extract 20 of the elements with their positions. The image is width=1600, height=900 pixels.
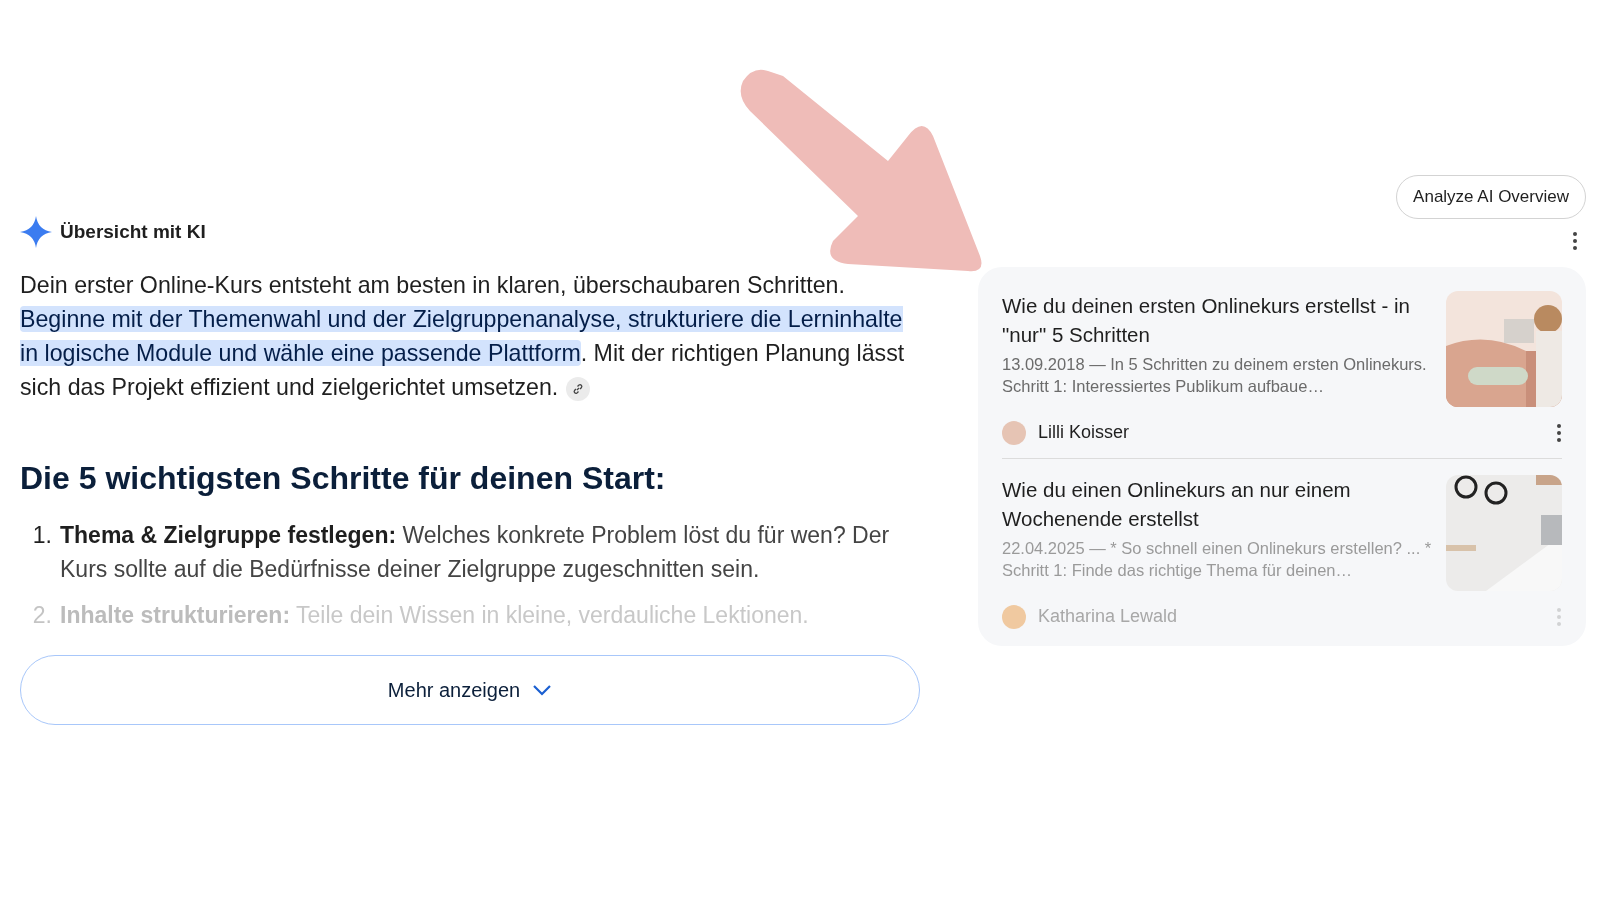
step-number: 1. [31, 521, 52, 550]
more-options-icon[interactable] [1572, 231, 1578, 251]
author-avatar [1002, 420, 1026, 445]
source-snippet: 22.04.2025 — * So schnell einen Onlinekurs erstellen? ... * Schritt 1: Finde das richtige Thema für deinen… [1002, 538, 1433, 581]
step-text: Thema & Zielgruppe festlegen: Welches konkrete Problem löst du für wen? Der Kurs sollte auf die Bedürfnisse deiner Zielgruppe zugeschnitten sein. [60, 521, 891, 584]
show-more-button[interactable]: Mehr anzeigen [20, 655, 920, 725]
chevron-down-icon [532, 684, 553, 696]
analyze-button[interactable]: Analyze AI Overview [1396, 175, 1586, 219]
summary-paragraph: Dein erster Online-Kurs entsteht am besten in klaren, überschaubaren Schritten. Beginne mit der Themenwahl und der Zielgruppenanalyse, strukturiere die Lerninhalte in logische Module und wähle eine passende Plattform. Mit der richtigen Planung lässt sich das Projekt effizient und zielgerichtet umsetzen. [20, 271, 906, 403]
overview-title: Übersicht mit KI [60, 219, 206, 244]
source-snippet: 13.09.2018 — In 5 Schritten zu deinem ersten Onlinekurs. Schritt 1: Interessiertes Publikum aufbaue… [1002, 354, 1428, 397]
author-name[interactable]: Lilli Koisser [1038, 419, 1544, 446]
link-icon[interactable] [566, 376, 591, 401]
section-heading: Die 5 wichtigsten Schritte für deinen Start: [20, 459, 667, 498]
sparkle-icon [20, 216, 52, 248]
author-avatar [1002, 604, 1026, 629]
source-title[interactable]: Wie du deinen ersten Onlinekurs erstellst - in "nur" 5 Schritten [1002, 291, 1434, 349]
source-title[interactable]: Wie du einen Onlinekurs an nur einem Wochenende erstellst [1002, 475, 1434, 533]
more-options-icon[interactable] [1556, 422, 1562, 443]
step-number: 2. [31, 601, 52, 630]
